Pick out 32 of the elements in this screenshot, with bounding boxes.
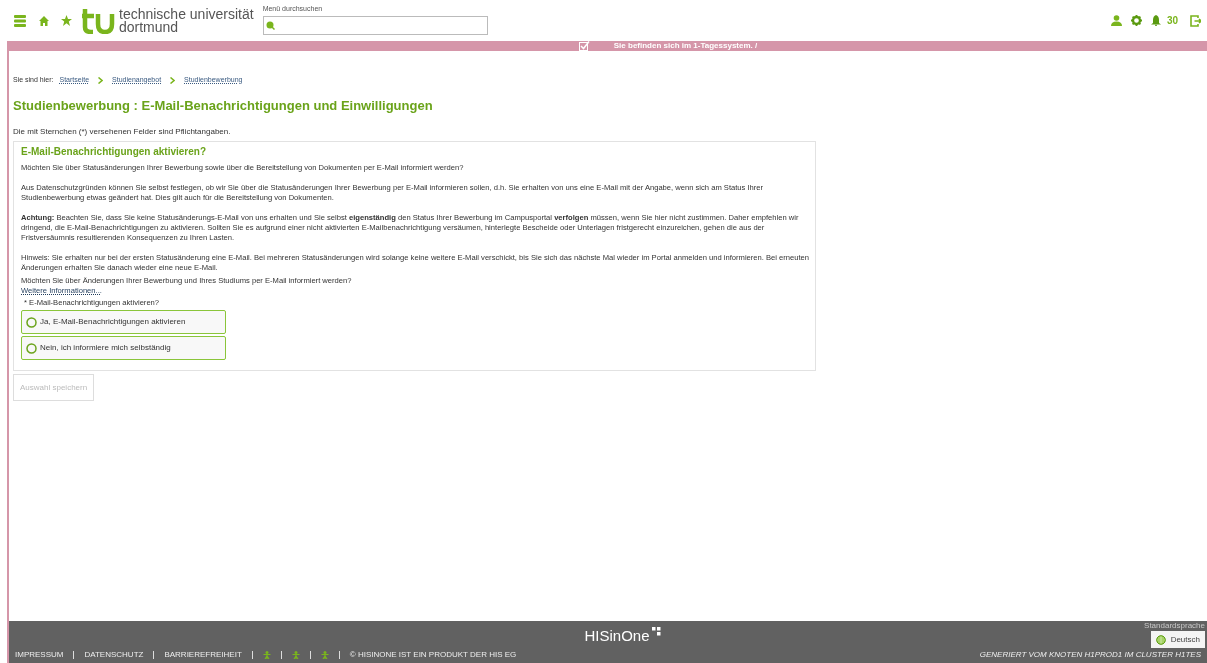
- settings-icon[interactable]: [1130, 15, 1142, 26]
- language-label: Standardsprache: [1144, 621, 1205, 630]
- chevron-icon: [170, 76, 176, 84]
- language-button[interactable]: Deutsch: [1150, 631, 1205, 648]
- user-icon[interactable]: [1110, 15, 1122, 26]
- globe-icon: [1155, 634, 1166, 645]
- logout-icon[interactable]: [1190, 14, 1201, 27]
- radio-option[interactable]: Nein, ich informiere mich selbständig: [21, 336, 226, 360]
- person-icon[interactable]: [320, 651, 329, 659]
- tu-logo-icon[interactable]: [82, 7, 116, 34]
- hisinone-logo: HISinOne: [584, 627, 650, 645]
- squares-icon: [651, 627, 662, 637]
- banner-text: Sie befinden sich im 1-Tagessystem. /: [613, 41, 758, 51]
- chevron-icon: [98, 76, 104, 84]
- home-icon[interactable]: [39, 15, 49, 26]
- logo-text: dortmund: [119, 20, 179, 34]
- panel-title: E-Mail-Benachrichtigungen aktivieren?: [21, 145, 208, 159]
- star-icon[interactable]: [61, 15, 72, 26]
- bell-icon[interactable]: [1150, 15, 1161, 26]
- search-icon: [265, 20, 275, 30]
- search-field[interactable]: [262, 15, 488, 35]
- footer-link[interactable]: DATENSCHUTZ: [84, 650, 144, 660]
- logo-text: technische universität: [119, 7, 254, 21]
- menu-icon[interactable]: [14, 14, 26, 27]
- node-info: GENERIERT VOM KNOTEN H1PROD1 IM CLUSTER H1TES: [979, 650, 1201, 660]
- radio-option[interactable]: Ja, E-Mail-Benachrichtigungen aktivieren: [21, 310, 226, 334]
- page-title: Studienbewerbung : E-Mail-Benachrichtigungen und Einwilligungen: [13, 96, 434, 115]
- copyright-text: © HISINONE IST EIN PRODUKT DER HIS EG: [349, 650, 517, 660]
- accessibility-icon[interactable]: [262, 651, 271, 659]
- footer-link[interactable]: BARRIEREFREIHEIT: [164, 650, 242, 660]
- required-note: Die mit Sternchen (*) versehenen Felder sind Pflichtangaben.: [13, 126, 232, 138]
- footer-link[interactable]: IMPRESSUM: [15, 650, 64, 660]
